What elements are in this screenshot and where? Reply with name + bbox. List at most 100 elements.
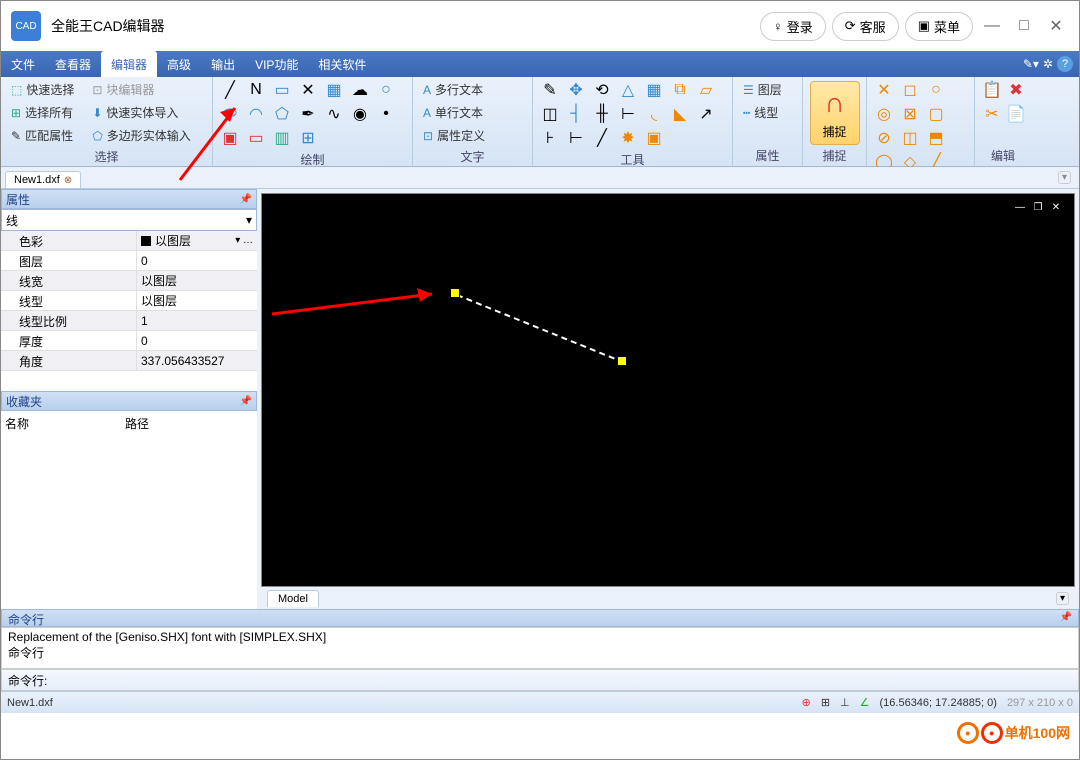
prop-row-angle[interactable]: 角度337.056433527: [1, 351, 257, 371]
linetype-button[interactable]: ┅线型: [739, 102, 786, 123]
quick-entity-import-button[interactable]: ⬇快速实体导入: [88, 102, 194, 123]
tool-mirror-icon[interactable]: △: [617, 79, 639, 101]
snap-qua-icon[interactable]: ⊠: [899, 103, 921, 125]
tool-rotate-icon[interactable]: ⟲: [591, 79, 613, 101]
menu-output[interactable]: 输出: [201, 51, 245, 77]
ellipse-tool-icon[interactable]: ⬭: [219, 103, 241, 125]
minimize-button[interactable]: —: [979, 13, 1005, 39]
prop-row-linetype[interactable]: 线型以图层: [1, 291, 257, 311]
tool-trim-icon[interactable]: ┤: [565, 103, 587, 125]
quick-select-button[interactable]: ⬚快速选择: [7, 79, 78, 100]
selected-line-entity[interactable]: [457, 294, 625, 363]
canvas-restore-icon[interactable]: ❐: [1030, 200, 1046, 214]
tool-stretch-icon[interactable]: ▱: [695, 79, 717, 101]
tool-edit-icon[interactable]: ✎: [539, 79, 561, 101]
model-tab[interactable]: Model: [267, 590, 319, 607]
menu-button[interactable]: ▣菜单: [905, 12, 973, 41]
copy-icon[interactable]: 📋: [981, 79, 1003, 101]
snap-nod-icon[interactable]: ◎: [873, 103, 895, 125]
line-tool-icon[interactable]: ╱: [219, 79, 241, 101]
tool-scale-icon[interactable]: ◫: [539, 103, 561, 125]
status-locate-icon[interactable]: ⊕: [802, 696, 811, 709]
insert-tool-icon[interactable]: ▥: [271, 127, 293, 149]
snap-per-icon[interactable]: ⬒: [925, 127, 947, 149]
stext-button[interactable]: A单行文本: [419, 102, 489, 123]
prop-row-thickness[interactable]: 厚度0: [1, 331, 257, 351]
spline-tool-icon[interactable]: ∿: [323, 103, 345, 125]
tool-offset-icon[interactable]: ╱: [591, 127, 613, 149]
pin-icon[interactable]: 📌: [240, 194, 252, 205]
tool-copy-icon[interactable]: ⧉: [669, 79, 691, 101]
prop-row-color[interactable]: 色彩以图层▾ …: [1, 231, 257, 251]
line-handle-end[interactable]: [617, 356, 627, 366]
circle-tool-icon[interactable]: ○: [375, 79, 397, 101]
tool-break-icon[interactable]: ⊢: [617, 103, 639, 125]
tool-align-icon[interactable]: ⊢: [565, 127, 587, 149]
point-tool-icon[interactable]: •: [375, 103, 397, 125]
menu-related[interactable]: 相关软件: [308, 51, 376, 77]
close-button[interactable]: ✕: [1043, 13, 1069, 39]
status-grid-icon[interactable]: ⊞: [821, 696, 830, 709]
rect-tool-icon[interactable]: ▭: [271, 79, 293, 101]
arc-tool-icon[interactable]: ◠: [245, 103, 267, 125]
status-polar-icon[interactable]: ∠: [860, 696, 870, 709]
tab-dropdown-icon[interactable]: ▾: [1058, 171, 1071, 184]
pin-icon[interactable]: 📌: [240, 396, 252, 407]
snap-mid-icon[interactable]: ◻: [899, 79, 921, 101]
menu-advanced[interactable]: 高级: [157, 51, 201, 77]
ring-tool-icon[interactable]: ◉: [349, 103, 371, 125]
snap-ins-icon[interactable]: ◫: [899, 127, 921, 149]
layer-button[interactable]: ☰图层: [739, 79, 786, 100]
prop-row-layer[interactable]: 图层0: [1, 251, 257, 271]
snap-end-icon[interactable]: ✕: [873, 79, 895, 101]
paste-icon[interactable]: 📄: [1005, 103, 1027, 125]
canvas-minimize-icon[interactable]: —: [1012, 200, 1028, 214]
tool-fillet-icon[interactable]: ◟: [643, 103, 665, 125]
tool-explode-icon[interactable]: ✸: [617, 127, 639, 149]
model-tab-dropdown[interactable]: ▾: [1056, 592, 1069, 605]
select-all-button[interactable]: ⊞选择所有: [7, 102, 78, 123]
maximize-button[interactable]: □: [1011, 13, 1037, 39]
tool-chamfer-icon[interactable]: ◣: [669, 103, 691, 125]
snap-cen-icon[interactable]: ○: [925, 79, 947, 101]
poly-tool-icon[interactable]: N: [245, 79, 267, 101]
tool-move-icon[interactable]: ✥: [565, 79, 587, 101]
close-tab-icon[interactable]: ⊗: [64, 175, 72, 186]
menu-viewer[interactable]: 查看器: [45, 51, 101, 77]
object-type-select[interactable]: 线▾: [1, 209, 257, 231]
command-input[interactable]: 命令行:: [1, 669, 1079, 691]
menu-vip[interactable]: VIP功能: [245, 51, 308, 77]
support-button[interactable]: ⟳客服: [832, 12, 899, 41]
tool-extend-icon[interactable]: ╫: [591, 103, 613, 125]
polygon-tool-icon[interactable]: ⬠: [271, 103, 293, 125]
pencil-icon[interactable]: ✎▾: [1023, 57, 1039, 71]
hatch-tool-icon[interactable]: ▦: [323, 79, 345, 101]
delete-icon[interactable]: ✖: [1005, 79, 1027, 101]
prop-row-ltscale[interactable]: 线型比例1: [1, 311, 257, 331]
pin-icon[interactable]: 📌: [1060, 612, 1072, 623]
login-button[interactable]: ♀登录: [760, 12, 826, 41]
match-prop-button[interactable]: ✎匹配属性: [7, 125, 78, 146]
menu-file[interactable]: 文件: [1, 51, 45, 77]
help-icon[interactable]: ?: [1057, 56, 1073, 72]
block-tool-icon[interactable]: ▣: [219, 127, 241, 149]
file-tab[interactable]: New1.dxf⊗: [5, 171, 81, 188]
tool-purge-icon[interactable]: ▣: [643, 127, 665, 149]
menu-editor[interactable]: 编辑器: [101, 51, 157, 77]
snap-button[interactable]: ∩ 捕捉: [810, 81, 860, 145]
polygon-entity-input-button[interactable]: ⬠多边形实体输入: [88, 125, 194, 146]
drawing-canvas[interactable]: — ❐ ✕: [261, 193, 1075, 587]
prop-row-lineweight[interactable]: 线宽以图层: [1, 271, 257, 291]
canvas-close-icon[interactable]: ✕: [1048, 200, 1064, 214]
status-ortho-icon[interactable]: ⊥: [840, 696, 850, 709]
attrdef-button[interactable]: ⊡属性定义: [419, 125, 489, 146]
ink-tool-icon[interactable]: ✒: [297, 103, 319, 125]
snap-int-icon[interactable]: ▢: [925, 103, 947, 125]
revcloud-tool-icon[interactable]: ☁: [349, 79, 371, 101]
tool-leader-icon[interactable]: ↗: [695, 103, 717, 125]
cut-icon[interactable]: ✂: [981, 103, 1003, 125]
line-handle-start[interactable]: [450, 288, 460, 298]
text-tool-icon[interactable]: ▭: [245, 127, 267, 149]
settings-icon[interactable]: ✲: [1043, 57, 1053, 71]
xline-tool-icon[interactable]: ✕: [297, 79, 319, 101]
